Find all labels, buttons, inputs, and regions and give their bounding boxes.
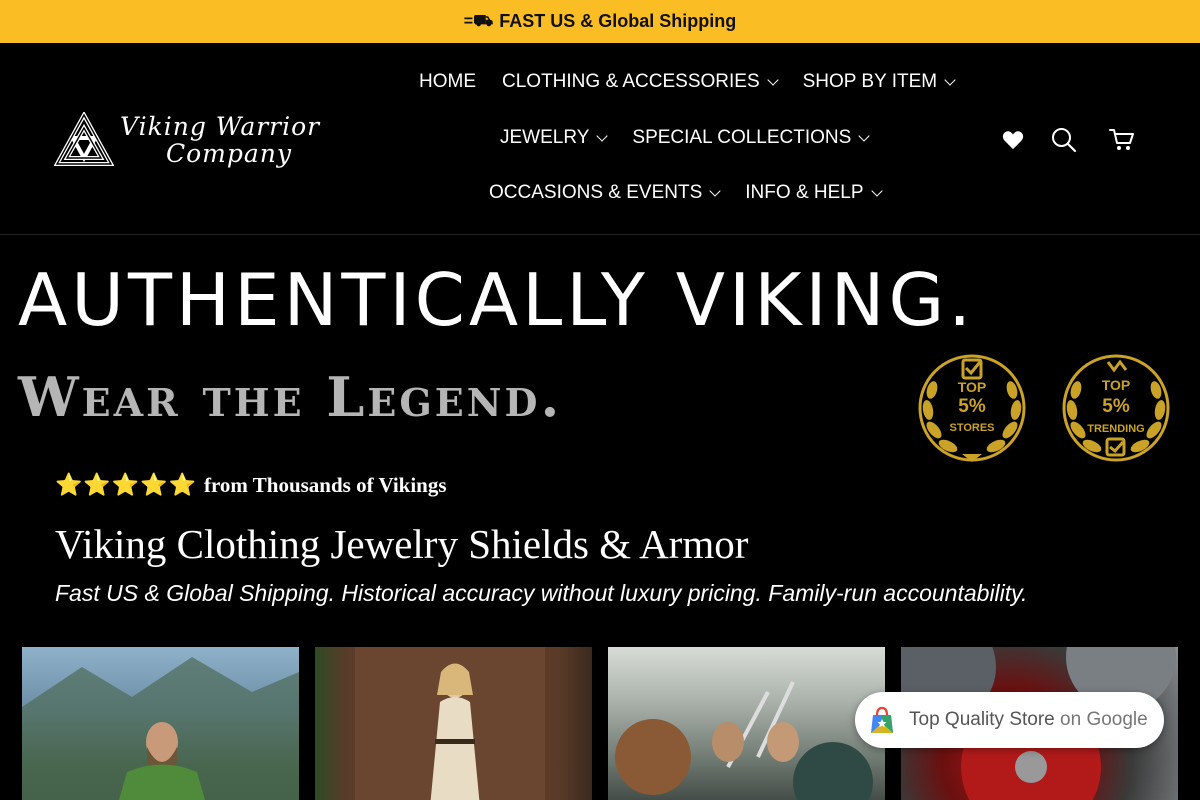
cart-icon [1109,129,1134,150]
badge-value-text: 5% [1102,396,1130,417]
main-nav-row-1: HOME CLOTHING & ACCESSORIES SHOP BY ITEM [406,71,967,93]
chevron-down-icon [709,184,721,197]
nav-label: JEWELRY [500,127,590,148]
category-tile-weapons[interactable] [608,647,885,800]
shopping-bag-icon [871,706,893,733]
chevron-down-icon [870,184,883,197]
google-badge-suffix: on Google [1060,709,1148,730]
badge-value-text: 5% [958,396,986,417]
nav-special-collections[interactable]: SPECIAL COLLECTIONS [632,127,870,149]
battle-photo [615,681,873,800]
main-heading: Viking Clothing Jewelry Shields & Armor [55,521,749,567]
badge-top-text: TOP [1102,377,1131,393]
rating-stars-icon: ⭐⭐⭐⭐⭐ [55,472,197,497]
nav-shop-by-item[interactable]: SHOP BY ITEM [802,71,956,93]
search-button[interactable] [1050,126,1078,154]
nav-home[interactable]: HOME [419,71,476,93]
nav-info-help[interactable]: INFO & HELP [745,182,883,204]
main-nav-row-2: JEWELRY SPECIAL COLLECTIONS [487,127,881,149]
top-5-stores-badge: TOP 5% STORES [918,354,1026,462]
nav-label: HOME [419,71,476,92]
rating-text: from Thousands of Vikings [203,472,447,497]
shieldmaiden-photo [355,647,545,800]
search-icon [1052,128,1077,153]
google-badge-title: Top Quality Store [909,709,1055,730]
site-header: Viking Warrior Company HOME CLOTHING & A… [0,43,1200,235]
top-5-trending-badge: TOP 5% TRENDING [1062,354,1170,462]
google-badge-text: Top Quality Store on Google [909,709,1148,731]
brand-name-line1: Viking Warrior [120,112,321,141]
nav-label: OCCASIONS & EVENTS [489,182,703,203]
announcement-text: FAST US & Global Shipping [499,11,737,31]
google-trust-badge[interactable]: Top Quality Store on Google [855,692,1164,748]
category-tile-clothing[interactable] [22,647,299,800]
badge-top-text: TOP [958,379,987,395]
chevron-down-icon [944,73,956,86]
nav-label: SPECIAL COLLECTIONS [632,127,852,148]
announcement-bar[interactable]: =⛟ FAST US & Global Shipping [0,0,1200,43]
hero-title: AUTHENTICALLY VIKING. [18,258,976,342]
category-tile-dresses[interactable] [315,647,592,800]
cart-button[interactable] [1108,126,1136,154]
badge-label-text: STORES [949,422,994,434]
wishlist-button[interactable] [1000,127,1026,153]
main-nav-row-3: OCCASIONS & EVENTS INFO & HELP [476,182,894,204]
nav-occasions-events[interactable]: OCCASIONS & EVENTS [489,182,721,204]
nav-label: CLOTHING & ACCESSORIES [502,71,760,92]
rating-line: ⭐⭐⭐⭐⭐ from Thousands of Vikings [55,472,447,498]
chevron-down-icon [858,129,870,142]
nav-clothing-accessories[interactable]: CLOTHING & ACCESSORIES [502,71,779,93]
nav-label: SHOP BY ITEM [802,71,938,92]
heart-icon [1002,131,1024,150]
chevron-down-icon [766,73,779,86]
nav-label: INFO & HELP [745,182,864,203]
brand-name-line2: Company [166,139,293,168]
badge-label-text: TRENDING [1087,423,1144,435]
chevron-down-icon [596,129,609,142]
hero-subtitle: Wear the Legend. [18,365,563,429]
tagline: Fast US & Global Shipping. Historical ac… [55,580,1028,606]
shipping-truck-icon: =⛟ [463,12,494,30]
valknut-logo-icon [54,112,114,166]
nav-jewelry[interactable]: JEWELRY [500,127,609,149]
brand-logo-link[interactable]: Viking Warrior Company [54,111,356,169]
warrior-photo [22,657,299,800]
header-icons [1000,126,1136,154]
